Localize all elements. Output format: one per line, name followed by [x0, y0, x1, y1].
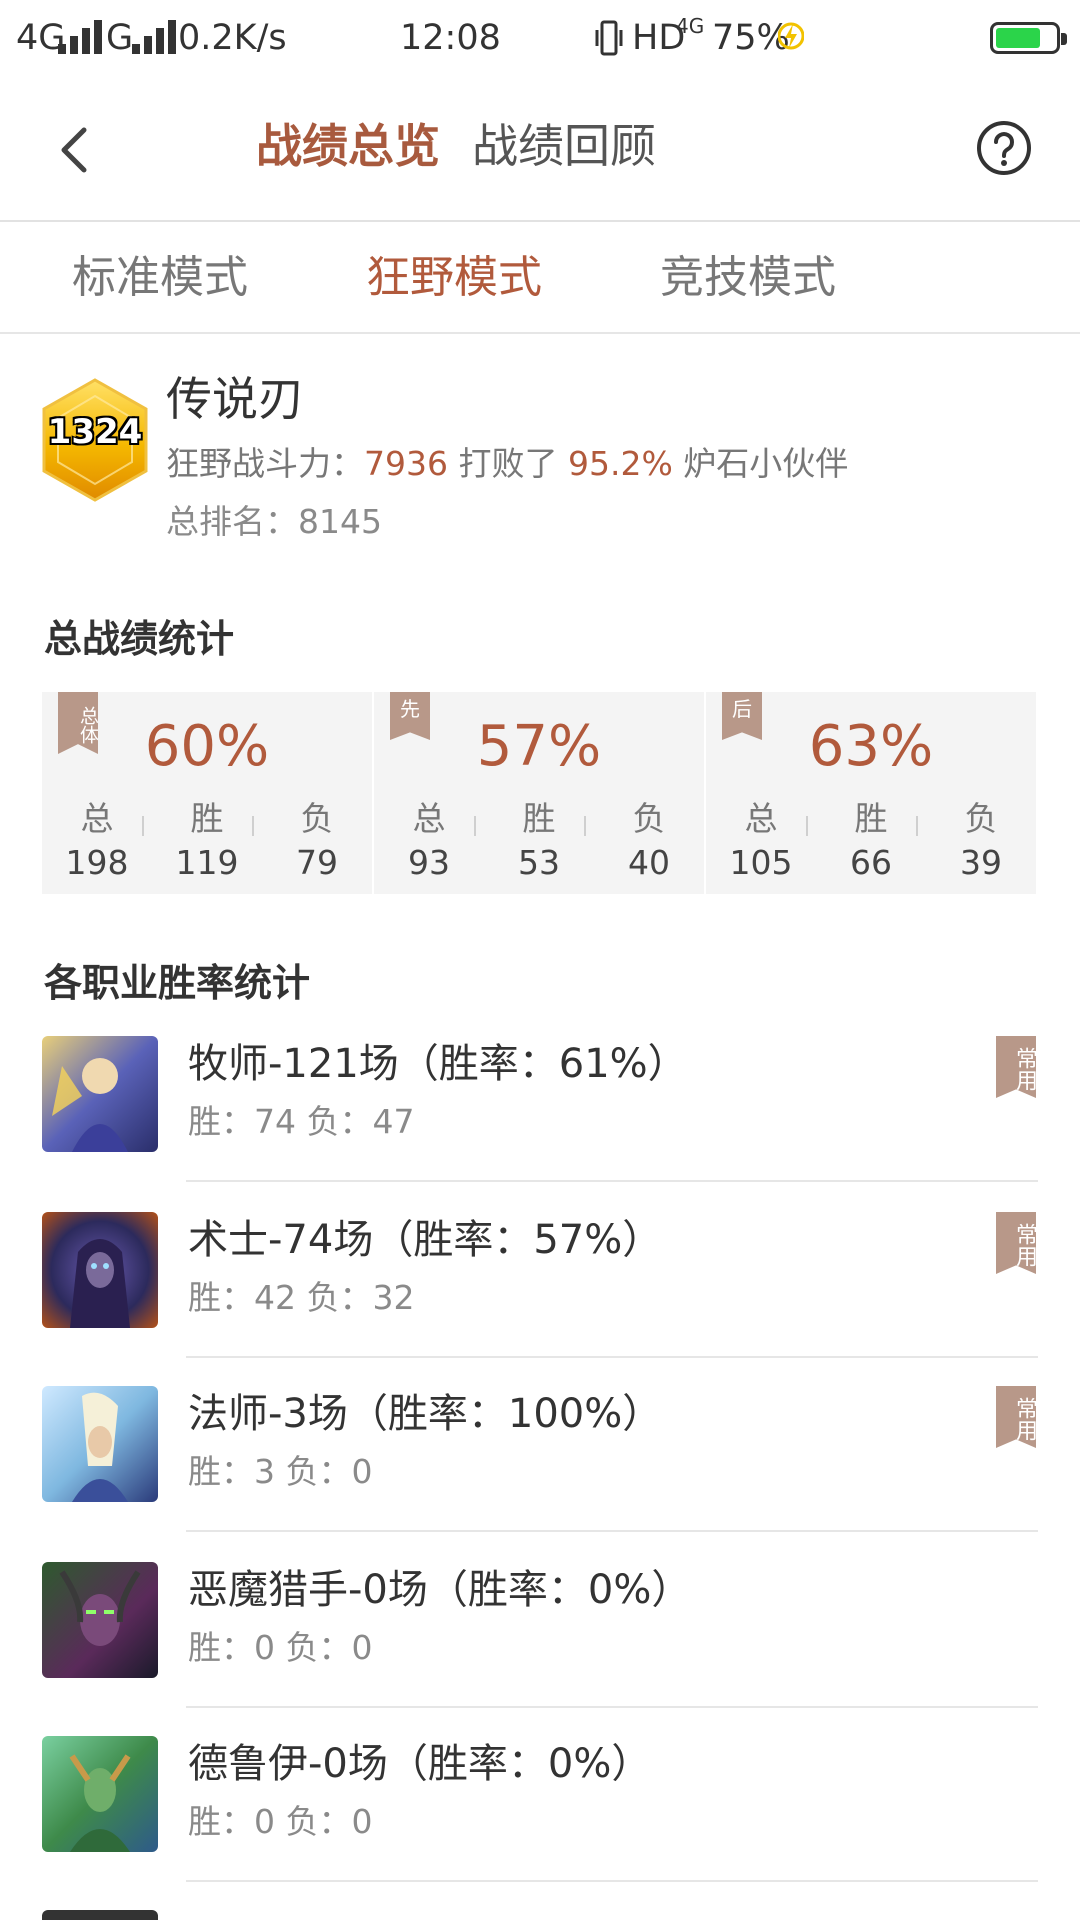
divider — [142, 816, 144, 836]
win-rate: 60% — [144, 714, 270, 779]
power-label: 狂野战斗力： — [166, 444, 364, 483]
class-record: 胜：42 负：32 — [188, 1278, 415, 1317]
stats-section-title: 总战绩统计 — [44, 617, 235, 661]
stat-total: 总 198 — [52, 798, 142, 886]
stat-label: 胜 — [522, 799, 556, 838]
stat-label: 胜 — [854, 799, 888, 838]
rank-badge-number: 1324 — [47, 412, 143, 452]
class-title: 牧师-121场（胜率：61%） — [188, 1041, 688, 1087]
stat-value: 105 — [729, 843, 793, 882]
defeated-suffix: 炉石小伙伴 — [672, 444, 849, 483]
stat-wins: 胜 66 — [826, 798, 916, 886]
divider — [186, 1180, 1038, 1182]
network-type-2: G — [106, 18, 134, 58]
class-row-mage[interactable]: 法师-3场（胜率：100%） 胜：3 负：0 常用 — [0, 1386, 1080, 1562]
stat-value: 198 — [65, 843, 129, 882]
class-title: 术士-74场（胜率：57%） — [188, 1217, 663, 1263]
stat-wins: 胜 53 — [494, 798, 584, 886]
back-arrow-icon[interactable] — [48, 120, 108, 180]
common-tag: 常用 — [996, 1036, 1036, 1098]
class-section-title: 各职业胜率统计 — [44, 961, 311, 1005]
class-title: 恶魔猎手-0场（胜率：0%） — [188, 1567, 692, 1613]
stat-wins: 胜 119 — [162, 798, 252, 886]
header: 战绩总览 战绩回顾 — [0, 76, 1080, 222]
stat-losses: 负 40 — [604, 798, 694, 886]
divider — [252, 816, 254, 836]
total-rank: 总排名：8145 — [166, 502, 382, 541]
stat-label: 负 — [300, 799, 334, 838]
class-title: 德鲁伊-0场（胜率：0%） — [188, 1741, 652, 1787]
help-icon[interactable] — [976, 120, 1032, 176]
divider — [186, 1530, 1038, 1532]
stat-value: 119 — [175, 843, 239, 882]
stat-value: 40 — [628, 843, 670, 882]
divider — [186, 1880, 1038, 1882]
next-class-portrait — [42, 1910, 158, 1920]
vibrate-icon — [595, 20, 623, 56]
priest-portrait — [42, 1036, 158, 1152]
class-record: 胜：0 负：0 — [188, 1802, 373, 1841]
class-row-demon-hunter[interactable]: 恶魔猎手-0场（胜率：0%） 胜：0 负：0 — [0, 1562, 1080, 1738]
tab-arena-mode[interactable]: 竞技模式 — [660, 250, 836, 306]
common-tag: 常用 — [996, 1212, 1036, 1274]
defeated-label: 打败了 — [447, 444, 568, 483]
stat-label: 总 — [412, 799, 446, 838]
stat-value: 79 — [296, 843, 338, 882]
stat-card-overall: 总体 60% 总 198 胜 119 负 79 — [42, 692, 372, 894]
win-rate: 63% — [808, 714, 934, 779]
common-tag: 常用 — [996, 1386, 1036, 1448]
stat-label: 总 — [80, 799, 114, 838]
clock: 12:08 — [400, 18, 501, 58]
stat-value: 66 — [850, 843, 892, 882]
stat-card-first: 先 57% 总 93 胜 53 负 40 — [374, 692, 704, 894]
net-4g-indicator: 4G — [676, 14, 705, 38]
demon-hunter-portrait — [42, 1562, 158, 1678]
divider — [916, 816, 918, 836]
stat-card-second: 后 63% 总 105 胜 66 负 39 — [706, 692, 1036, 894]
divider — [474, 816, 476, 836]
stat-value: 53 — [518, 843, 560, 882]
mage-portrait — [42, 1386, 158, 1502]
battery-icon — [990, 22, 1067, 54]
class-record: 胜：3 负：0 — [188, 1452, 373, 1491]
divider — [186, 1356, 1038, 1358]
defeated-percent: 95.2% — [567, 444, 673, 483]
warlock-portrait — [42, 1212, 158, 1328]
stat-label: 负 — [632, 799, 666, 838]
class-row-priest[interactable]: 牧师-121场（胜率：61%） 胜：74 负：47 常用 — [0, 1036, 1080, 1212]
stat-value: 39 — [960, 843, 1002, 882]
class-row-warlock[interactable]: 术士-74场（胜率：57%） 胜：42 负：32 常用 — [0, 1212, 1080, 1388]
power-line: 狂野战斗力：7936 打败了 95.2% 炉石小伙伴 — [166, 442, 848, 486]
stat-total: 总 105 — [716, 798, 806, 886]
stat-label: 负 — [964, 799, 998, 838]
tab-review[interactable]: 战绩回顾 — [472, 116, 656, 176]
charging-icon — [778, 22, 804, 50]
signal-icon — [58, 20, 106, 54]
class-record: 胜：0 负：0 — [188, 1628, 373, 1667]
mode-tabs: 标准模式 狂野模式 竞技模式 — [0, 222, 1080, 334]
tab-wild-mode[interactable]: 狂野模式 — [366, 250, 542, 306]
win-rate: 57% — [476, 714, 602, 779]
player-name: 传说刃 — [166, 372, 304, 426]
stat-losses: 负 79 — [272, 798, 362, 886]
status-bar: 4G G 0.2K/s 12:08 HD 4G 75% — [0, 0, 1080, 76]
tab-standard-mode[interactable]: 标准模式 — [72, 250, 248, 306]
divider — [186, 1706, 1038, 1708]
class-title: 法师-3场（胜率：100%） — [188, 1391, 663, 1437]
class-record: 胜：74 负：47 — [188, 1102, 415, 1141]
druid-portrait — [42, 1736, 158, 1852]
stat-label: 胜 — [190, 799, 224, 838]
stat-losses: 负 39 — [936, 798, 1026, 886]
stat-label: 总 — [744, 799, 778, 838]
divider — [806, 816, 808, 836]
class-row-druid[interactable]: 德鲁伊-0场（胜率：0%） 胜：0 负：0 — [0, 1736, 1080, 1912]
signal-icon-2 — [132, 20, 180, 54]
power-value: 7936 — [364, 444, 448, 483]
tab-overview[interactable]: 战绩总览 — [256, 116, 440, 176]
divider — [584, 816, 586, 836]
network-speed: 0.2K/s — [178, 18, 287, 58]
stat-value: 93 — [408, 843, 450, 882]
stat-total: 总 93 — [384, 798, 474, 886]
